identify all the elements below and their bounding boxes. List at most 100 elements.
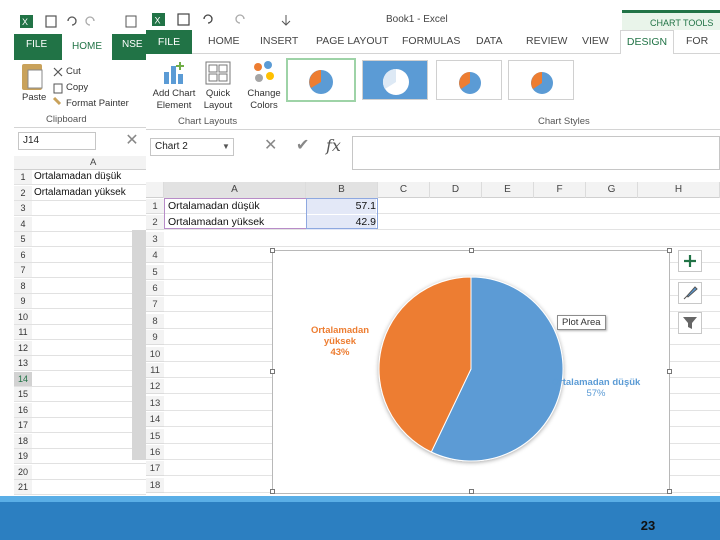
back-table-row[interactable]: 18 xyxy=(14,433,150,449)
back-row-number[interactable]: 18 xyxy=(14,433,32,448)
back-row-number[interactable]: 16 xyxy=(14,402,32,417)
data-label-yuksek[interactable]: Ortalamadan yüksek 43% xyxy=(295,325,385,358)
column-header[interactable]: B xyxy=(306,182,378,198)
change-colors-button[interactable]: Change Colors xyxy=(238,58,290,116)
back-row-number[interactable]: 11 xyxy=(14,325,32,339)
row-header[interactable]: 15 xyxy=(146,428,164,444)
back-table-row[interactable]: 1 Ortalamadan düşük xyxy=(14,170,150,185)
back-tab-file[interactable]: FILE xyxy=(26,39,47,50)
resize-handle[interactable] xyxy=(469,489,474,494)
format-painter-button[interactable]: Format Painter xyxy=(66,98,129,109)
tab-review[interactable]: REVIEW xyxy=(526,35,567,47)
column-header[interactable]: D xyxy=(430,182,482,198)
tab-home[interactable]: HOME xyxy=(208,35,240,47)
pie-chart[interactable]: Ortalamadan düşük 57% Ortalamadan yüksek… xyxy=(270,248,672,494)
row-header[interactable]: 12 xyxy=(146,379,164,395)
back-row-number[interactable]: 8 xyxy=(14,278,32,293)
back-tab-insert[interactable]: NSE xyxy=(122,39,143,50)
row-header[interactable]: 17 xyxy=(146,461,164,477)
back-table-row[interactable]: 11 xyxy=(14,325,150,340)
chart-styles-button[interactable] xyxy=(678,282,702,304)
back-table-row[interactable]: 3 xyxy=(14,201,150,216)
back-row-number[interactable]: 14 xyxy=(14,371,32,386)
resize-handle[interactable] xyxy=(270,369,275,374)
column-header[interactable]: A xyxy=(164,182,306,198)
copy-button[interactable]: Copy xyxy=(66,82,88,93)
back-table-row[interactable]: 6 xyxy=(14,247,150,263)
cancel-icon[interactable]: ✕ xyxy=(264,136,277,156)
row-header[interactable]: 13 xyxy=(146,395,164,411)
data-label-dusuk[interactable]: Ortalamadan düşük 57% xyxy=(551,377,641,399)
back-table-row[interactable]: 9 xyxy=(14,294,150,309)
back-row-number[interactable]: 5 xyxy=(14,232,32,246)
back-table-row[interactable]: 4 xyxy=(14,216,150,232)
row-header[interactable]: 14 xyxy=(146,412,164,428)
back-table-row[interactable]: 13 xyxy=(14,356,150,371)
row-header[interactable]: 9 xyxy=(146,330,164,346)
back-row-number[interactable]: 15 xyxy=(14,387,32,401)
formula-input[interactable] xyxy=(352,136,720,170)
insert-function-icon[interactable]: fx xyxy=(326,136,341,156)
cut-button[interactable]: Cut xyxy=(66,66,81,77)
back-row-number[interactable]: 6 xyxy=(14,247,32,262)
tab-view[interactable]: VIEW xyxy=(582,35,609,47)
back-table-row[interactable]: 15 xyxy=(14,387,150,402)
back-table-row[interactable]: 19 xyxy=(14,449,150,464)
tab-page-layout[interactable]: PAGE LAYOUT xyxy=(316,35,389,47)
back-row-number[interactable]: 19 xyxy=(14,449,32,463)
column-header[interactable]: G xyxy=(586,182,638,198)
row-header[interactable]: 1 xyxy=(146,199,164,214)
back-table-row[interactable]: 20 xyxy=(14,464,150,480)
chart-style-3[interactable] xyxy=(436,60,502,100)
row-header[interactable]: 2 xyxy=(146,215,164,231)
row-header[interactable]: 4 xyxy=(146,248,164,264)
back-table-row[interactable]: 17 xyxy=(14,418,150,433)
chart-filters-button[interactable] xyxy=(678,312,702,334)
quick-layout-button[interactable]: Quick Layout xyxy=(192,58,244,116)
chart-style-1[interactable] xyxy=(286,58,356,102)
row-header[interactable]: 5 xyxy=(146,264,164,280)
back-row-number[interactable]: 4 xyxy=(14,216,32,231)
back-table-row[interactable]: 21 xyxy=(14,480,150,495)
tab-design[interactable]: DESIGN xyxy=(620,30,674,55)
back-tab-home[interactable]: HOME xyxy=(62,34,112,60)
resize-handle[interactable] xyxy=(469,248,474,253)
back-name-box[interactable]: J14 xyxy=(18,132,96,150)
row-header[interactable]: 3 xyxy=(146,231,164,247)
column-header[interactable]: C xyxy=(378,182,430,198)
paste-button[interactable]: Paste xyxy=(22,92,46,103)
row-header[interactable]: 11 xyxy=(146,363,164,378)
resize-handle[interactable] xyxy=(667,369,672,374)
row-header[interactable]: 6 xyxy=(146,281,164,296)
back-table-row[interactable]: 5 xyxy=(14,232,150,247)
row-header[interactable]: 10 xyxy=(146,346,164,362)
column-header[interactable]: F xyxy=(534,182,586,198)
row-header[interactable]: 18 xyxy=(146,477,164,493)
tab-file[interactable]: FILE xyxy=(146,30,192,54)
column-header[interactable]: E xyxy=(482,182,534,198)
table-row[interactable] xyxy=(164,232,720,247)
resize-handle[interactable] xyxy=(667,248,672,253)
enter-icon[interactable]: ✔ xyxy=(296,136,309,156)
row-header[interactable]: 16 xyxy=(146,445,164,460)
chart-style-2[interactable] xyxy=(362,60,428,100)
resize-handle[interactable] xyxy=(667,489,672,494)
back-table-row[interactable]: 8 xyxy=(14,278,150,294)
back-row-number[interactable]: 13 xyxy=(14,356,32,370)
back-cell-a[interactable]: Ortalamadan yüksek xyxy=(34,186,126,200)
back-row-number[interactable]: 9 xyxy=(14,294,32,308)
column-header[interactable]: H xyxy=(638,182,720,198)
back-row-number[interactable]: 1 xyxy=(14,170,32,184)
back-row-number[interactable]: 7 xyxy=(14,263,32,277)
row-header[interactable]: 8 xyxy=(146,313,164,329)
tab-data[interactable]: DATA xyxy=(476,35,502,47)
tab-format[interactable]: FOR xyxy=(686,35,708,47)
chart-style-4[interactable] xyxy=(508,60,574,100)
back-table-row[interactable]: 12 xyxy=(14,340,150,356)
back-row-number[interactable]: 20 xyxy=(14,464,32,479)
back-table-row[interactable]: 14 xyxy=(14,371,150,387)
chevron-down-icon[interactable]: ▼ xyxy=(222,138,230,156)
back-row-number[interactable]: 12 xyxy=(14,340,32,355)
back-row-number[interactable]: 3 xyxy=(14,201,32,215)
resize-handle[interactable] xyxy=(270,248,275,253)
